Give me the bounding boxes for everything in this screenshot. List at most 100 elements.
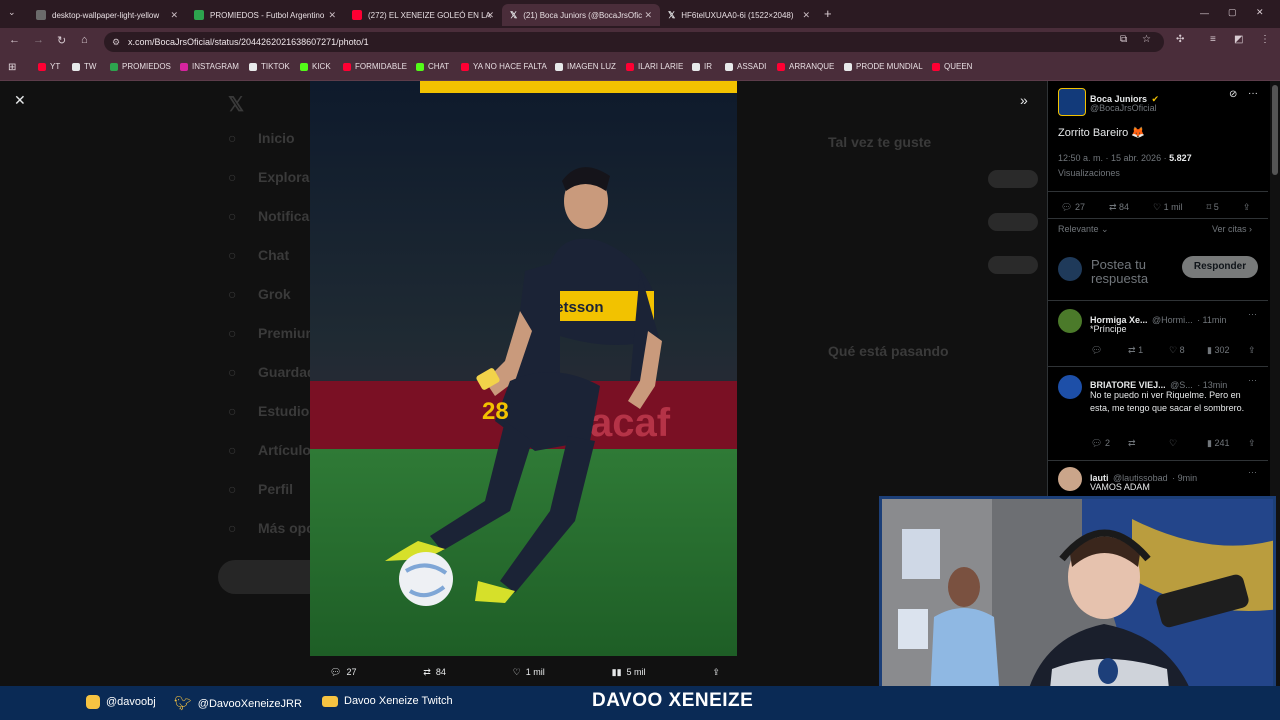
- background-nav-item: Premium: [258, 325, 310, 341]
- star-icon[interactable]: ☆: [1142, 34, 1151, 45]
- repost-button[interactable]: ⇄ 1: [1128, 345, 1143, 356]
- heart-icon[interactable]: ♡: [1169, 438, 1177, 449]
- new-tab-icon[interactable]: +: [824, 6, 832, 21]
- share-icon[interactable]: ⇪: [1248, 345, 1256, 356]
- like-button[interactable]: ♡ 1 mil: [1153, 202, 1183, 213]
- grok-icon[interactable]: ⊘: [1229, 89, 1237, 100]
- reply-button[interactable]: 💬︎ 2: [1091, 438, 1110, 449]
- share-icon[interactable]: ⇪: [1248, 438, 1256, 449]
- background-nav-item: Perfil: [258, 481, 294, 497]
- back-icon[interactable]: ←: [9, 34, 20, 46]
- more-icon[interactable]: ···: [1248, 309, 1257, 319]
- x-icon: 𝕏: [510, 9, 518, 20]
- post-actions: 💬︎ 27 ⇄ 84 ♡ 1 mil ⌑ 5 ⇪: [1061, 202, 1250, 213]
- bookmark-queen[interactable]: QUEEN: [932, 62, 972, 71]
- bookmark-assadi[interactable]: ASSADI: [725, 62, 766, 71]
- bookmark-tiktok[interactable]: TIKTOK: [249, 62, 290, 71]
- bookmark-button[interactable]: ⌑ 5: [1207, 202, 1219, 213]
- views-button[interactable]: ▮ 241: [1207, 438, 1230, 449]
- tab-1[interactable]: PROMIEDOS - Futbol Argentino ✕: [186, 4, 344, 26]
- close-icon[interactable]: ✕: [170, 10, 178, 21]
- like-action[interactable]: ♡ 1 mil: [513, 667, 545, 678]
- install-icon[interactable]: ⧉: [1120, 34, 1127, 45]
- views-button[interactable]: ▮ 302: [1207, 345, 1230, 356]
- bookmark-prode-mundial[interactable]: PRODE MUNDIAL: [844, 62, 923, 71]
- extensions-icon[interactable]: ✣: [1176, 34, 1184, 45]
- close-icon[interactable]: ✕: [644, 10, 652, 21]
- bookmark-imagen-luz[interactable]: IMAGEN LUZ: [555, 62, 616, 71]
- bookmark-ilari-larie[interactable]: ILARI LARIE: [626, 62, 683, 71]
- reply-button[interactable]: 💬︎ 27: [1061, 202, 1085, 213]
- reply-time[interactable]: · 9min: [1172, 473, 1197, 483]
- bookmark-instagram[interactable]: INSTAGRAM: [180, 62, 239, 71]
- apps-icon[interactable]: ⊞: [8, 62, 16, 73]
- more-icon[interactable]: ···: [1248, 375, 1257, 385]
- views-action[interactable]: ▮▮ 5 mil: [612, 667, 646, 678]
- bookmark-ir[interactable]: IR: [692, 62, 712, 71]
- tab-2[interactable]: (272) EL XENEIZE GOLEÓ EN LA ✕: [344, 4, 502, 26]
- avatar[interactable]: [1058, 309, 1082, 333]
- bookmark-label: IMAGEN LUZ: [567, 62, 616, 71]
- divider: [1047, 191, 1268, 192]
- bookmark-kick[interactable]: KICK: [300, 62, 331, 71]
- repost-icon[interactable]: ⇄: [1128, 438, 1136, 449]
- reply-action[interactable]: 💬︎ 27: [330, 667, 356, 678]
- minimize-icon[interactable]: —: [1200, 8, 1209, 18]
- sort-dropdown[interactable]: Relevante ⌄: [1058, 224, 1109, 235]
- bookmark-ya-no-hace-falta[interactable]: YA NO HACE FALTA: [461, 62, 547, 71]
- forward-icon[interactable]: →: [33, 34, 44, 46]
- avatar[interactable]: [1058, 88, 1086, 116]
- repost-action[interactable]: ⇄ 84: [423, 667, 446, 678]
- compose-input[interactable]: Postea tu respuesta: [1091, 258, 1179, 288]
- author-handle[interactable]: @BocaJrsOficial: [1090, 103, 1157, 113]
- reading-list-icon[interactable]: ≡: [1210, 34, 1216, 45]
- tab-0[interactable]: desktop-wallpaper-light-yellow ✕: [28, 4, 186, 26]
- reply-icon: 💬︎: [330, 666, 342, 677]
- close-viewer-icon[interactable]: ✕: [14, 92, 26, 109]
- avatar[interactable]: [1058, 467, 1082, 491]
- post-text: Zorrito Bareiro 🦊: [1058, 127, 1146, 139]
- home-icon[interactable]: ⌂: [81, 34, 88, 46]
- reply-icon[interactable]: 💬︎: [1091, 345, 1102, 356]
- profile-icon[interactable]: ◩: [1234, 34, 1243, 45]
- close-icon[interactable]: ✕: [802, 10, 810, 21]
- collapse-panel-icon[interactable]: »: [1020, 92, 1028, 108]
- bookmark-arranque[interactable]: ARRANQUE: [777, 62, 834, 71]
- repost-button[interactable]: ⇄ 84: [1109, 202, 1129, 213]
- reply-submit-button[interactable]: Responder: [1182, 256, 1258, 278]
- bookmark-chat[interactable]: CHAT: [416, 62, 449, 71]
- menu-icon[interactable]: ⋮: [1260, 34, 1270, 45]
- window-close-icon[interactable]: ✕: [1256, 7, 1264, 18]
- reply-handle[interactable]: @Hormi...: [1152, 315, 1193, 325]
- bookmark-promiedos[interactable]: PROMIEDOS: [110, 62, 171, 71]
- share-button[interactable]: ⇪: [1243, 202, 1251, 213]
- tab-title: (272) EL XENEIZE GOLEÓ EN LA: [368, 10, 491, 20]
- bookmark-label: ARRANQUE: [789, 62, 835, 71]
- like-button[interactable]: ♡ 8: [1169, 345, 1185, 356]
- bookmark-yt[interactable]: YT: [38, 62, 60, 71]
- close-icon[interactable]: ✕: [328, 10, 336, 21]
- background-nav-item: Estudio de: [258, 403, 310, 419]
- repost-count: 1: [1138, 345, 1144, 355]
- reload-icon[interactable]: ↻: [57, 34, 66, 47]
- maximize-icon[interactable]: ▢: [1228, 7, 1237, 18]
- repost-icon: ⇄: [1128, 345, 1136, 355]
- share-action[interactable]: ⇪: [712, 667, 720, 678]
- tab-4[interactable]: 𝕏 HF6telUXUAA0-6i (1522×2048) ✕: [660, 4, 818, 26]
- tab-3-active[interactable]: 𝕏 (21) Boca Juniors (@BocaJrsOfic ✕: [502, 4, 660, 26]
- bookmark-tw[interactable]: TW: [72, 62, 96, 71]
- more-icon[interactable]: ···: [1248, 88, 1258, 99]
- reply-time[interactable]: · 11min: [1197, 315, 1226, 325]
- post-photo[interactable]: oinacaf betsson 28: [310, 81, 737, 656]
- repost-icon: ⇄: [423, 666, 431, 677]
- quotes-link[interactable]: Ver citas ›: [1212, 224, 1252, 234]
- address-bar[interactable]: ⚙ x.com/BocaJrsOficial/status/2044262021…: [104, 32, 1164, 52]
- more-icon[interactable]: ···: [1248, 467, 1257, 477]
- follow-button: [988, 213, 1038, 231]
- close-icon[interactable]: ✕: [486, 10, 494, 21]
- bookmark-formidable[interactable]: FORMIDABLE: [343, 62, 407, 71]
- avatar[interactable]: [1058, 375, 1082, 399]
- site-info-icon[interactable]: ⚙: [112, 32, 120, 52]
- background-nav-icon: ○: [228, 247, 237, 263]
- tab-search-icon[interactable]: ⌄: [8, 7, 16, 18]
